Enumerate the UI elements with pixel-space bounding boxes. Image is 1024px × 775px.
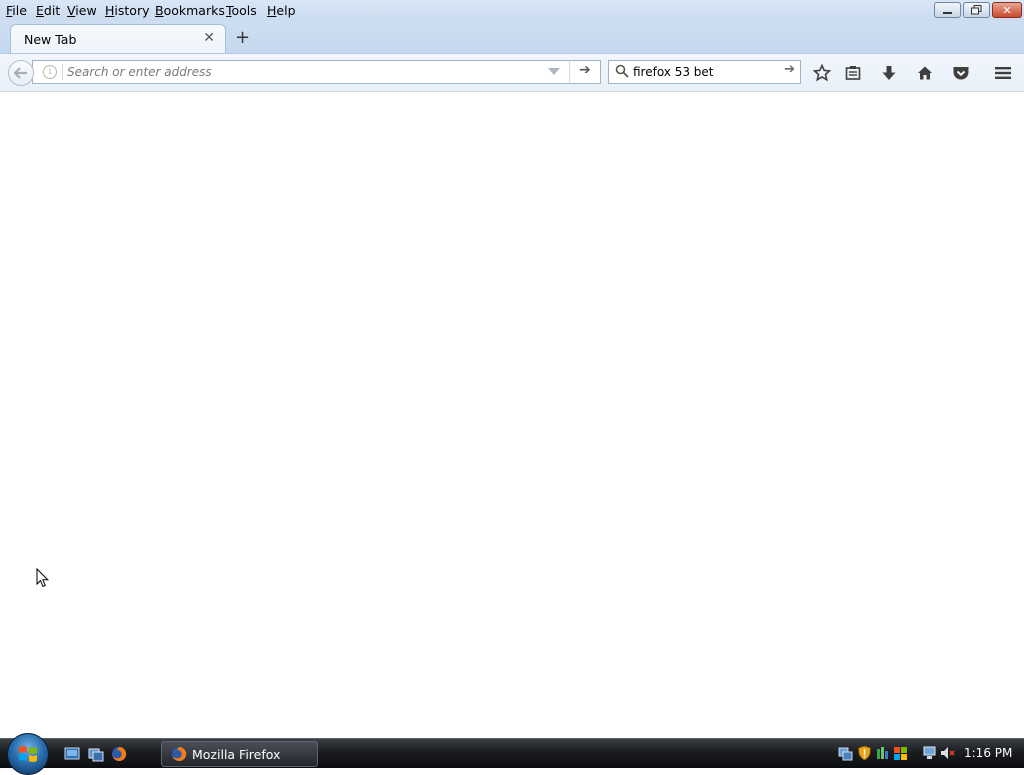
- url-bar[interactable]: i ➔: [32, 60, 601, 84]
- tab-close-icon[interactable]: ✕: [203, 30, 215, 46]
- taskbar-clock[interactable]: 1:16 PM: [964, 746, 1012, 760]
- windows-flag-tray-icon[interactable]: [893, 745, 908, 761]
- history-dropdown-icon[interactable]: [548, 68, 560, 75]
- home-icon: [918, 66, 932, 80]
- update-tray-icon[interactable]: [875, 745, 890, 761]
- switch-windows-icon[interactable]: [88, 746, 104, 762]
- tab-strip: New Tab ✕ +: [0, 21, 1024, 53]
- page-content: [0, 92, 1024, 738]
- menu-edit[interactable]: Edit: [36, 3, 60, 18]
- go-arrow-icon[interactable]: ➔: [579, 62, 591, 78]
- menu-history[interactable]: History: [105, 3, 149, 18]
- mouse-cursor-icon: [36, 568, 50, 588]
- menu-file[interactable]: File: [6, 3, 27, 18]
- volume-muted-tray-icon[interactable]: [940, 745, 955, 761]
- close-window-button[interactable]: ✕: [992, 2, 1022, 18]
- show-desktop-icon[interactable]: [64, 746, 80, 762]
- security-shield-tray-icon[interactable]: [857, 745, 872, 761]
- network-connection-tray-icon[interactable]: [922, 745, 937, 761]
- open-menu-button[interactable]: [992, 62, 1014, 84]
- pocket-icon: [953, 67, 969, 80]
- new-tab-plus-icon[interactable]: +: [235, 27, 250, 48]
- tab-title: New Tab: [24, 32, 77, 47]
- restore-button[interactable]: [963, 2, 990, 18]
- bookmark-star-button[interactable]: [811, 62, 833, 84]
- menu-help[interactable]: Help: [267, 3, 296, 18]
- restore-icon: [971, 5, 982, 15]
- tab-new-tab[interactable]: New Tab ✕: [10, 24, 226, 53]
- back-button[interactable]: [8, 60, 34, 86]
- download-icon: [882, 66, 896, 80]
- back-arrow-icon: [14, 67, 27, 79]
- minimize-icon: [943, 11, 952, 14]
- close-icon: ✕: [1002, 3, 1012, 17]
- search-bar[interactable]: ➔: [608, 60, 801, 84]
- bookmarks-menu-icon: [845, 66, 861, 80]
- firefox-quicklaunch-icon[interactable]: [111, 746, 127, 762]
- menu-view[interactable]: View: [67, 3, 97, 18]
- downloads-button[interactable]: [878, 62, 900, 84]
- firefox-icon: [172, 746, 187, 761]
- search-input[interactable]: [633, 64, 778, 80]
- network-tray-icon[interactable]: [838, 745, 853, 761]
- pocket-button[interactable]: [950, 62, 972, 84]
- search-go-icon[interactable]: ➔: [784, 62, 795, 77]
- go-separator: [569, 61, 570, 83]
- taskbar: Mozilla Firefox 1:16 PM: [0, 733, 1024, 775]
- menu-bar: File Edit View History Bookmarks Tools H…: [0, 0, 1024, 21]
- start-button[interactable]: [7, 733, 49, 775]
- taskbar-firefox-window[interactable]: Mozilla Firefox: [161, 741, 318, 767]
- menu-tools[interactable]: Tools: [226, 3, 257, 18]
- hamburger-menu-icon: [995, 67, 1011, 79]
- info-icon[interactable]: i: [43, 65, 57, 79]
- minimize-button[interactable]: [934, 2, 961, 18]
- navigation-toolbar: i ➔ ➔: [0, 53, 1024, 92]
- home-button[interactable]: [914, 62, 936, 84]
- menu-bookmarks[interactable]: Bookmarks: [155, 3, 225, 18]
- bookmarks-menu-button[interactable]: [842, 62, 864, 84]
- address-input[interactable]: [67, 64, 507, 80]
- taskbar-window-label: Mozilla Firefox: [192, 747, 281, 762]
- windows-logo-icon: [19, 746, 37, 762]
- star-icon: [813, 64, 831, 82]
- url-separator: [62, 64, 63, 80]
- search-icon: [615, 64, 629, 78]
